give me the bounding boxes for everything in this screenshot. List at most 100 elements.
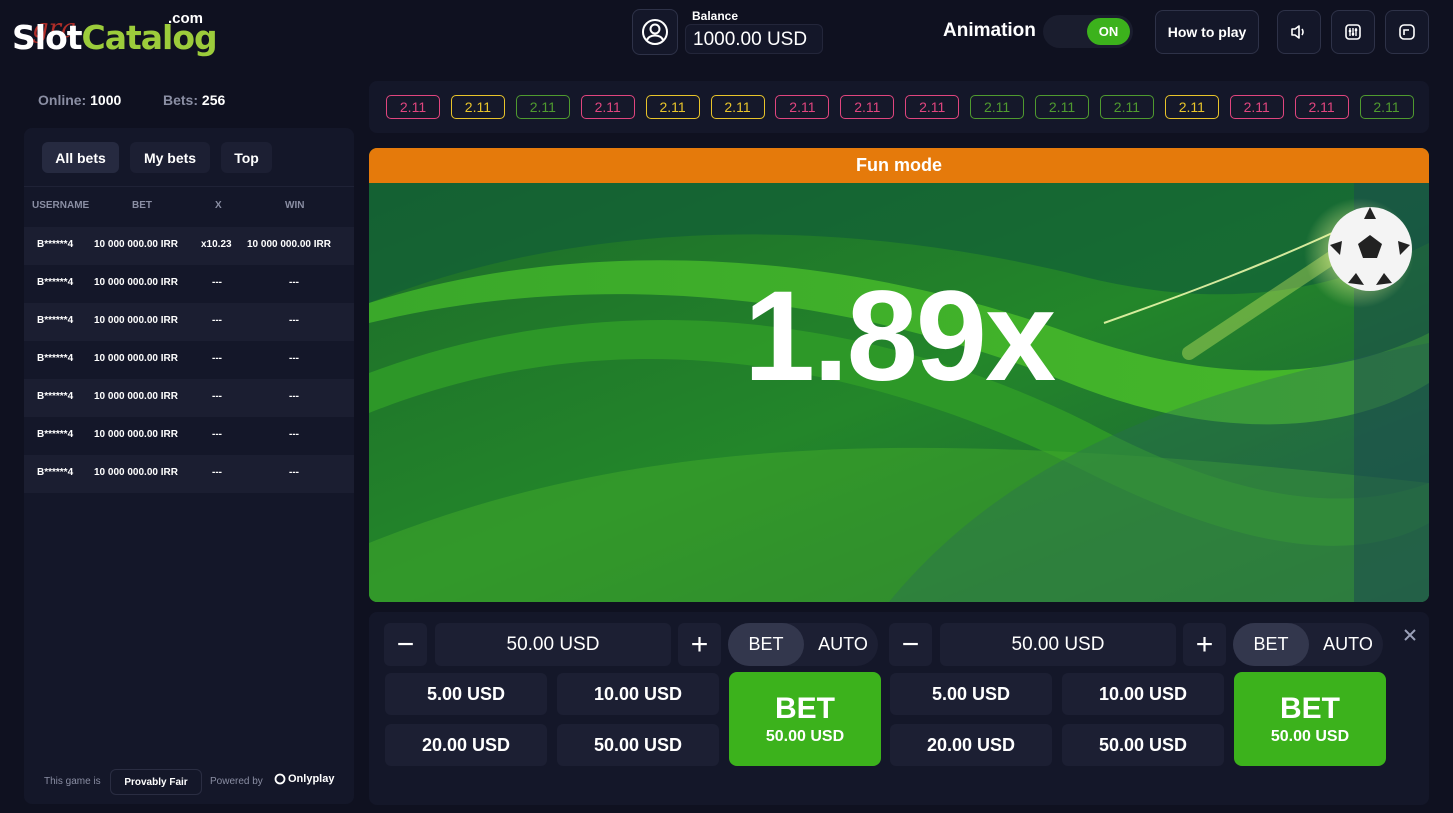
- mode-switch: BET AUTO: [1233, 623, 1383, 666]
- user-icon: [642, 19, 668, 45]
- decrease-button[interactable]: −: [889, 623, 932, 666]
- history-chip: 2.11: [1294, 95, 1349, 119]
- increase-button[interactable]: +: [1183, 623, 1226, 666]
- top-bar: gra SlotCatalog .com Balance 1000.00 USD…: [0, 0, 1453, 66]
- history-chip: 2.11: [645, 95, 700, 119]
- row-x: ---: [212, 467, 222, 478]
- mode-auto-tab[interactable]: AUTO: [808, 623, 878, 666]
- provably-fair-button[interactable]: Provably Fair: [110, 769, 202, 795]
- quick-amount-button[interactable]: 10.00 USD: [557, 673, 719, 715]
- row-win: ---: [289, 277, 299, 288]
- animation-toggle-state: ON: [1087, 18, 1130, 45]
- tab-my-bets[interactable]: My bets: [130, 142, 210, 173]
- table-row: B******4 10 000 000.00 IRR --- ---: [24, 303, 354, 341]
- row-x: ---: [212, 429, 222, 440]
- history-chip: 2.11: [1359, 95, 1414, 119]
- row-bet: 10 000 000.00 IRR: [94, 353, 178, 364]
- sound-icon: [1291, 25, 1304, 39]
- quick-amount-button[interactable]: 5.00 USD: [890, 673, 1052, 715]
- row-user: B******4: [37, 391, 74, 402]
- bet-amount-input[interactable]: 50.00 USD: [435, 623, 671, 666]
- onlyplay-icon: [274, 773, 286, 785]
- mode-bet-tab[interactable]: BET: [728, 623, 804, 666]
- animation-toggle[interactable]: ON: [1043, 15, 1133, 48]
- row-bet: 10 000 000.00 IRR: [94, 429, 178, 440]
- history-chip: 2.11: [840, 95, 895, 119]
- history-chip: 2.11: [775, 95, 830, 119]
- row-x: ---: [212, 353, 222, 364]
- history-chip: 2.11: [450, 95, 505, 119]
- table-row: B******4 10 000 000.00 IRR --- ---: [24, 265, 354, 303]
- increase-button[interactable]: +: [678, 623, 721, 666]
- current-multiplier: 1.89x: [743, 265, 1056, 408]
- place-bet-button[interactable]: BET 50.00 USD: [1234, 672, 1386, 766]
- logo: gra SlotCatalog .com: [12, 10, 218, 57]
- how-to-play-button[interactable]: How to play: [1155, 10, 1259, 54]
- close-panel-button[interactable]: [1399, 624, 1421, 646]
- bet-amount-input[interactable]: 50.00 USD: [940, 623, 1176, 666]
- bets-label: Bets:: [163, 92, 199, 108]
- row-user: B******4: [37, 467, 74, 478]
- col-bet: BET: [132, 200, 152, 211]
- bets-count: Bets: 256: [163, 92, 225, 108]
- multiplier-history: 2.11 2.11 2.11 2.11 2.11 2.11 2.11 2.11 2.11 2.11…: [369, 81, 1429, 133]
- table-row: B******4 10 000 000.00 IRR --- ---: [24, 341, 354, 379]
- online-value: 1000: [90, 92, 122, 108]
- logo-main: Slot: [12, 18, 83, 57]
- table-row: B******4 10 000 000.00 IRR --- ---: [24, 379, 354, 417]
- bets-value: 256: [201, 92, 226, 108]
- decrease-button[interactable]: −: [384, 623, 427, 666]
- panel-footer: This game is Provably Fair Powered by On…: [24, 762, 354, 804]
- quick-amount-button[interactable]: 20.00 USD: [890, 724, 1052, 766]
- history-chip: 2.11: [580, 95, 635, 119]
- footer-prefix: This game is: [44, 776, 101, 787]
- bet-button-amount: 50.00 USD: [1270, 728, 1350, 745]
- chat-icon: [1399, 24, 1415, 40]
- quick-amount-button[interactable]: 5.00 USD: [385, 673, 547, 715]
- row-win: ---: [289, 429, 299, 440]
- close-icon: [1404, 629, 1416, 641]
- quick-amount-button[interactable]: 50.00 USD: [1062, 724, 1224, 766]
- animation-label: Animation: [943, 20, 1036, 41]
- profile-button[interactable]: [632, 9, 678, 55]
- bet-controls: − 50.00 USD + BET AUTO 5.00 USD 10.00 US…: [369, 612, 1429, 805]
- table-row: B******4 10 000 000.00 IRR x10.23 10 000…: [24, 227, 354, 265]
- bet-button-label: BET: [775, 692, 835, 725]
- settings-button[interactable]: [1331, 10, 1375, 54]
- history-chip: 2.11: [386, 95, 440, 119]
- col-x: X: [215, 200, 222, 211]
- history-chip: 2.11: [905, 95, 960, 119]
- history-chip: 2.11: [515, 95, 570, 119]
- history-chip: 2.11: [1164, 95, 1219, 119]
- sound-button[interactable]: [1277, 10, 1321, 54]
- onlyplay-logo: Onlyplay: [274, 773, 334, 785]
- tab-all-bets[interactable]: All bets: [42, 142, 119, 173]
- row-bet: 10 000 000.00 IRR: [94, 391, 178, 402]
- row-bet: 10 000 000.00 IRR: [94, 315, 178, 326]
- table-row: B******4 10 000 000.00 IRR --- ---: [24, 417, 354, 455]
- online-count: Online: 1000: [38, 92, 121, 108]
- balance-label: Balance: [692, 9, 739, 23]
- balance-value: 1000.00 USD: [685, 24, 823, 54]
- quick-amount-button[interactable]: 10.00 USD: [1062, 673, 1224, 715]
- quick-amount-button[interactable]: 50.00 USD: [557, 724, 719, 766]
- mode-auto-tab[interactable]: AUTO: [1313, 623, 1383, 666]
- bets-panel: All bets My bets Top USERNAME BET X WIN …: [24, 128, 354, 804]
- row-bet: 10 000 000.00 IRR: [94, 277, 178, 288]
- row-win: ---: [289, 391, 299, 402]
- row-user: B******4: [37, 353, 74, 364]
- row-win: ---: [289, 353, 299, 364]
- table-row: B******4 10 000 000.00 IRR --- ---: [24, 455, 354, 493]
- fun-mode-banner: Fun mode: [369, 148, 1429, 183]
- footer-powered: Powered by: [210, 776, 263, 787]
- history-chip: 2.11: [970, 95, 1025, 119]
- row-x: ---: [212, 391, 222, 402]
- tab-top[interactable]: Top: [221, 142, 272, 173]
- row-user: B******4: [37, 277, 74, 288]
- quick-amount-button[interactable]: 20.00 USD: [385, 724, 547, 766]
- place-bet-button[interactable]: BET 50.00 USD: [729, 672, 881, 766]
- history-chip: 2.11: [1035, 95, 1089, 119]
- row-bet: 10 000 000.00 IRR: [94, 467, 178, 478]
- mode-bet-tab[interactable]: BET: [1233, 623, 1309, 666]
- chat-button[interactable]: [1385, 10, 1429, 54]
